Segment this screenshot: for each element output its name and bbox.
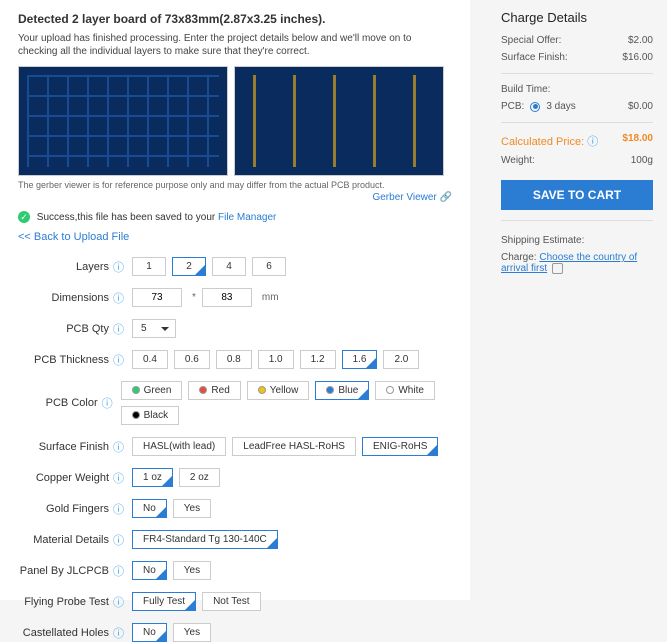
build-time-label: Build Time: [501, 84, 653, 95]
help-icon[interactable]: ⓘ [113, 352, 124, 368]
layers-option[interactable]: 2 [172, 257, 206, 276]
color-option[interactable]: Black [121, 406, 179, 425]
help-icon[interactable]: ⓘ [113, 439, 124, 455]
special-value: $2.00 [628, 35, 653, 46]
help-icon[interactable]: ⓘ [113, 625, 124, 641]
help-icon[interactable]: ⓘ [113, 532, 124, 548]
refresh-icon[interactable] [552, 263, 563, 274]
help-icon[interactable]: ⓘ [113, 501, 124, 517]
field-label: Layers [18, 261, 113, 273]
thickness-option[interactable]: 0.4 [132, 350, 168, 369]
board-preview-top[interactable] [18, 66, 228, 176]
shipping-heading: Shipping Estimate: [501, 235, 653, 246]
thickness-option[interactable]: 0.8 [216, 350, 252, 369]
copper-option[interactable]: 1 oz [132, 468, 173, 487]
gold-option[interactable]: No [132, 499, 167, 518]
back-link[interactable]: << Back to Upload File [18, 231, 452, 243]
gerber-viewer-link[interactable]: Gerber Viewer [372, 192, 436, 203]
weight-label: Weight: [501, 155, 535, 166]
thickness-option[interactable]: 1.2 [300, 350, 336, 369]
probe-option[interactable]: Fully Test [132, 592, 196, 611]
finish-option[interactable]: HASL(with lead) [132, 437, 226, 456]
finish-option[interactable]: ENIG-RoHS [362, 437, 438, 456]
cast-option[interactable]: No [132, 623, 167, 642]
charge-heading: Charge Details [501, 10, 653, 25]
field-label: PCB Thickness [18, 354, 113, 366]
link-icon: 🔗 [440, 192, 452, 203]
field-label: PCB Color [18, 397, 102, 409]
thickness-option[interactable]: 1.6 [342, 350, 378, 369]
gerber-note: The gerber viewer is for reference purpo… [18, 180, 452, 190]
help-icon[interactable]: ⓘ [587, 136, 598, 148]
radio-icon[interactable] [530, 102, 540, 112]
cast-option[interactable]: Yes [173, 623, 211, 642]
help-icon[interactable]: ⓘ [102, 395, 113, 411]
color-option[interactable]: Yellow [247, 381, 310, 400]
height-input[interactable] [202, 288, 252, 307]
help-icon[interactable]: ⓘ [113, 594, 124, 610]
field-label: Material Details [18, 534, 113, 546]
save-to-cart-button[interactable]: SAVE TO CART [501, 180, 653, 210]
field-label: Copper Weight [18, 472, 113, 484]
surface-value: $16.00 [622, 52, 653, 63]
pcb-label: PCB: [501, 101, 524, 112]
file-manager-link[interactable]: File Manager [218, 212, 276, 223]
field-label: Dimensions [18, 292, 113, 304]
unit-label: mm [262, 292, 279, 303]
weight-value: 100g [631, 155, 653, 166]
help-icon[interactable]: ⓘ [113, 321, 124, 337]
color-option[interactable]: Green [121, 381, 183, 400]
help-icon[interactable]: ⓘ [113, 290, 124, 306]
pcb-value: $0.00 [628, 101, 653, 112]
board-previews [18, 66, 452, 176]
calc-value: $18.00 [622, 133, 653, 149]
pcb-option: 3 days [546, 101, 575, 112]
gold-option[interactable]: Yes [173, 499, 211, 518]
board-preview-bottom[interactable] [234, 66, 444, 176]
help-icon[interactable]: ⓘ [113, 259, 124, 275]
panel-option[interactable]: No [132, 561, 167, 580]
color-option[interactable]: Blue [315, 381, 369, 400]
check-icon: ✓ [18, 211, 30, 223]
layers-option[interactable]: 4 [212, 257, 246, 276]
special-label: Special Offer: [501, 35, 561, 46]
thickness-option[interactable]: 1.0 [258, 350, 294, 369]
copper-option[interactable]: 2 oz [179, 468, 220, 487]
field-label: Panel By JLCPCB [18, 565, 113, 577]
field-label: Surface Finish [18, 441, 113, 453]
qty-select[interactable]: 5 [132, 319, 176, 338]
calc-label: Calculated Price: ⓘ [501, 133, 606, 149]
material-option[interactable]: FR4-Standard Tg 130-140C [132, 530, 278, 549]
color-option[interactable]: Red [188, 381, 240, 400]
layers-option[interactable]: 1 [132, 257, 166, 276]
finish-option[interactable]: LeadFree HASL-RoHS [232, 437, 356, 456]
thickness-option[interactable]: 2.0 [383, 350, 419, 369]
help-icon[interactable]: ⓘ [113, 470, 124, 486]
field-label: Flying Probe Test [18, 596, 113, 608]
width-input[interactable] [132, 288, 182, 307]
color-option[interactable]: White [375, 381, 435, 400]
field-label: Gold Fingers [18, 503, 113, 515]
success-message: ✓ Success,this file has been saved to yo… [18, 211, 452, 223]
layers-option[interactable]: 6 [252, 257, 286, 276]
panel-option[interactable]: Yes [173, 561, 211, 580]
page-title: Detected 2 layer board of 73x83mm(2.87x3… [18, 12, 452, 26]
field-label: Castellated Holes [18, 627, 113, 639]
field-label: PCB Qty [18, 323, 113, 335]
help-icon[interactable]: ⓘ [113, 563, 124, 579]
description: Your upload has finished processing. Ent… [18, 32, 452, 58]
thickness-option[interactable]: 0.6 [174, 350, 210, 369]
surface-label: Surface Finish: [501, 52, 568, 63]
probe-option[interactable]: Not Test [202, 592, 261, 611]
charge-label: Charge: [501, 252, 537, 263]
